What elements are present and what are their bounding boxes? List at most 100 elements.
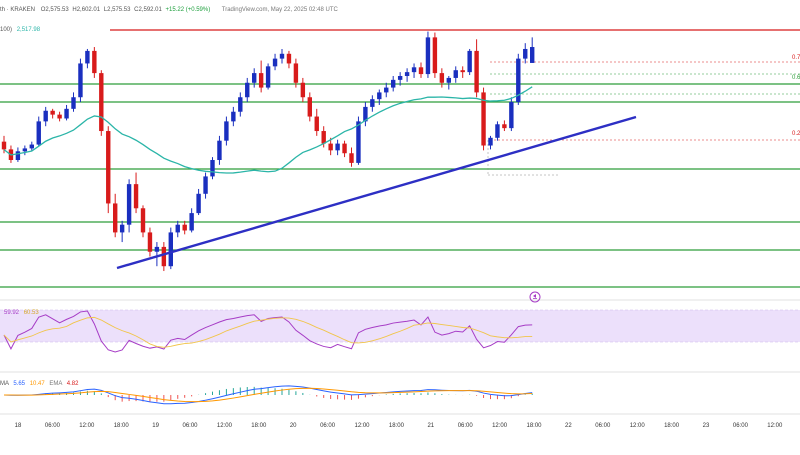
- rsi-pane: [0, 309, 800, 353]
- candle-body: [279, 53, 285, 59]
- time-axis-label: 06:00: [733, 423, 749, 429]
- ma-label: 100): [0, 27, 12, 33]
- candle-body: [384, 87, 389, 93]
- header-watermark: TradingView.com, May 22, 2025 02:48 UTC: [222, 7, 339, 13]
- candle-body: [404, 72, 410, 76]
- macd-legend: MA 5.65 10.47 EMA 4.82: [0, 381, 79, 387]
- candle-body: [356, 121, 361, 163]
- header-symbol-line: th · KRAKEN O2,575.53 H2,602.01 L2,575.5…: [0, 7, 339, 13]
- time-axis-label: 18:00: [389, 423, 405, 429]
- time-axis-label: 06:00: [182, 423, 198, 429]
- time-axis-label: 18: [15, 423, 22, 429]
- candle-body: [92, 50, 97, 74]
- candle-body: [99, 73, 104, 132]
- candle-body: [189, 213, 194, 231]
- candle-body: [377, 92, 382, 100]
- candle-body: [175, 224, 180, 233]
- candle-body: [238, 97, 243, 112]
- candle-body: [272, 58, 278, 67]
- candle-body: [391, 79, 396, 88]
- candle-body: [36, 121, 41, 145]
- candle-body: [231, 111, 236, 122]
- candle-body: [126, 184, 132, 225]
- macd-ema-label: EMA: [49, 381, 62, 387]
- candle-body: [474, 50, 479, 93]
- candle-body: [300, 82, 306, 98]
- candle-body: [71, 97, 76, 109]
- time-axis-label: 06:00: [320, 423, 336, 429]
- candle-body: [530, 47, 535, 63]
- time-axis-label: 18:00: [251, 423, 267, 429]
- time-axis-label: 12:00: [217, 423, 233, 429]
- header-close: C2,592.01: [134, 7, 162, 13]
- time-axis-label: 06:00: [458, 423, 474, 429]
- candle-body: [495, 124, 500, 138]
- candle-body: [57, 114, 62, 119]
- candle-body: [307, 97, 312, 117]
- macd-hist-value: 4.82: [67, 381, 79, 387]
- candle-body: [467, 50, 472, 73]
- moving-average-line: [3, 86, 533, 174]
- price-axis[interactable]: 0.7 0.6 0.2: [792, 55, 800, 137]
- time-axis-label: 12:00: [354, 423, 370, 429]
- header-change: +15.22 (+0.59%): [166, 7, 211, 13]
- price-chart[interactable]: th · KRAKEN O2,575.53 H2,602.01 L2,575.5…: [0, 0, 800, 450]
- candle-body: [217, 140, 222, 160]
- ma-legend: 100) 2,517.98: [0, 27, 41, 33]
- rsi-value: 59.92: [4, 310, 20, 316]
- candle-body: [432, 37, 438, 74]
- candle-body: [147, 232, 153, 252]
- price-axis-label: 0.7: [792, 55, 800, 61]
- candle-body: [265, 66, 271, 88]
- bullish-trend-line: [116, 115, 637, 270]
- candle-body: [349, 153, 354, 163]
- candle-body: [411, 67, 417, 73]
- time-axis-label: 12:00: [630, 423, 646, 429]
- candle-body: [140, 208, 146, 233]
- time-axis-label: 18:00: [114, 423, 130, 429]
- candle-body: [397, 76, 403, 80]
- time-axis-label: 12:00: [79, 423, 95, 429]
- candle-body: [453, 70, 458, 78]
- time-axis-label: 06:00: [595, 423, 611, 429]
- rsi-sma-value: 60.53: [24, 310, 40, 316]
- candle-body: [335, 143, 340, 151]
- candle-body: [509, 102, 514, 129]
- chart-canvas[interactable]: th · KRAKEN O2,575.53 H2,602.01 L2,575.5…: [0, 0, 800, 450]
- rsi-band: [0, 310, 800, 342]
- candle-body: [314, 116, 319, 132]
- header-low: L2,575.53: [104, 7, 131, 13]
- candle-body: [418, 67, 424, 75]
- candle-body: [85, 50, 90, 64]
- price-axis-label: 0.6: [792, 75, 800, 81]
- time-axis-label: 21: [427, 423, 434, 429]
- candle-body: [439, 73, 445, 83]
- candle-body: [425, 37, 431, 75]
- macd-label: MA: [0, 381, 9, 387]
- macd-signal-value: 10.47: [30, 381, 46, 387]
- candle-body: [119, 224, 125, 233]
- candle-body: [161, 246, 167, 267]
- time-axis-label: 12:00: [492, 423, 508, 429]
- candle-body: [293, 63, 299, 83]
- candle-body: [50, 110, 55, 115]
- candle-body: [488, 137, 493, 146]
- candle-body: [245, 82, 250, 98]
- header-symbol: th · KRAKEN: [0, 7, 35, 13]
- time-axis-label: 18:00: [664, 423, 680, 429]
- candle-body: [286, 53, 292, 64]
- candle-body: [460, 70, 465, 73]
- time-axis-label: 23: [703, 423, 710, 429]
- candle-body: [446, 77, 451, 83]
- header-open: O2,575.53: [41, 7, 70, 13]
- time-axis[interactable]: 18 06:00 12:00 18:00 19 06:00 12:00 18:00 20 06:0…: [0, 413, 800, 429]
- candle-body: [252, 73, 257, 83]
- candle-body: [64, 108, 69, 119]
- candle-body: [224, 121, 229, 141]
- candle-body: [370, 99, 375, 107]
- candle-body: [133, 184, 139, 209]
- time-axis-label: 22: [565, 423, 572, 429]
- candle-body: [168, 232, 173, 267]
- candle-body: [196, 193, 201, 214]
- candle-body: [78, 63, 83, 98]
